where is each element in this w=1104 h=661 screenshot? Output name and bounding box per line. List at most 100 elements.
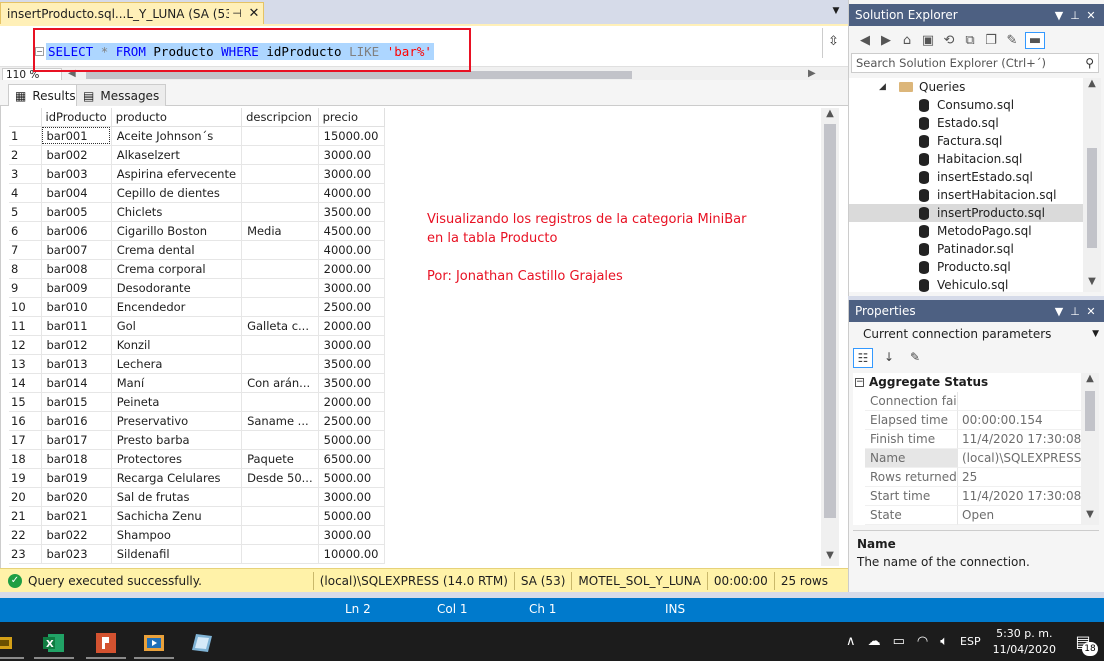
close-icon[interactable]: ✕ <box>1083 305 1099 318</box>
table-row[interactable]: 6 bar006 Cigarillo Boston Media 4500.00 <box>9 221 385 241</box>
table-cell[interactable]: Konzil <box>111 335 243 355</box>
table-cell[interactable]: 3500.00 <box>318 202 385 222</box>
tree-folder-queries[interactable]: ◢ Queries <box>849 78 1083 96</box>
table-cell[interactable] <box>241 525 319 545</box>
table-cell[interactable]: 10000.00 <box>318 544 385 564</box>
table-cell[interactable]: Peineta <box>111 392 243 412</box>
chevron-up-icon[interactable]: ∧ <box>846 634 856 649</box>
table-cell[interactable]: Sildenafil <box>111 544 243 564</box>
row-number-cell[interactable]: 3 <box>9 164 42 184</box>
table-cell[interactable]: bar011 <box>41 316 112 336</box>
table-cell[interactable]: 2000.00 <box>318 316 385 336</box>
table-cell[interactable]: bar016 <box>41 411 112 431</box>
tree-file-item[interactable]: Producto.sql <box>849 258 1083 276</box>
table-cell[interactable]: bar019 <box>41 468 112 488</box>
table-cell[interactable]: 3000.00 <box>318 164 385 184</box>
collapse-icon[interactable]: − <box>855 378 864 387</box>
table-cell[interactable]: Saname ... <box>241 411 319 431</box>
table-row[interactable]: 22 bar022 Shampoo 3000.00 <box>9 525 385 545</box>
table-cell[interactable]: Cigarillo Boston <box>111 221 243 241</box>
table-cell[interactable]: 2000.00 <box>318 392 385 412</box>
pin-icon[interactable]: ⊥ <box>1067 9 1083 22</box>
scroll-right-icon[interactable]: ▶ <box>808 68 820 79</box>
table-cell[interactable]: 4000.00 <box>318 183 385 203</box>
table-cell[interactable]: Protectores <box>111 449 243 469</box>
table-cell[interactable]: bar012 <box>41 335 112 355</box>
alphabetical-icon[interactable]: ↓ <box>879 348 899 368</box>
table-cell[interactable]: bar014 <box>41 373 112 393</box>
preview-selected-icon[interactable]: ▬ <box>1025 31 1045 49</box>
table-row[interactable]: 17 bar017 Presto barba 5000.00 <box>9 430 385 450</box>
row-number-header[interactable] <box>9 108 42 127</box>
property-row[interactable]: Rows returned 25 <box>853 468 1081 487</box>
window-position-dropdown-icon[interactable]: ▼ <box>1051 305 1067 318</box>
tree-file-item[interactable]: MetodoPago.sql <box>849 222 1083 240</box>
tab-list-dropdown-icon[interactable]: ▼ <box>828 6 844 20</box>
table-cell[interactable]: Cepillo de dientes <box>111 183 243 203</box>
row-number-cell[interactable]: 16 <box>9 411 42 431</box>
table-cell[interactable]: bar006 <box>41 221 112 241</box>
table-cell[interactable]: bar007 <box>41 240 112 260</box>
row-number-cell[interactable]: 6 <box>9 221 42 241</box>
grid-vertical-scrollbar[interactable]: ▲ ▼ <box>821 108 839 566</box>
taskbar-clock[interactable]: 5:30 p. m. 11/04/2020 <box>993 626 1056 658</box>
table-cell[interactable]: Alkaselzert <box>111 145 243 165</box>
results-grid-pane[interactable]: idProducto producto descripcion precio 1… <box>0 106 848 568</box>
tree-file-item[interactable]: Vehiculo.sql <box>849 276 1083 292</box>
table-cell[interactable]: 2500.00 <box>318 411 385 431</box>
close-icon[interactable]: ✕ <box>1083 9 1099 22</box>
table-row[interactable]: 14 bar014 Maní Con arán... 3500.00 <box>9 373 385 393</box>
table-cell[interactable] <box>241 392 319 412</box>
home-icon[interactable]: ⌂ <box>899 33 915 48</box>
table-row[interactable]: 1 bar001 Aceite Johnson´s 15000.00 <box>9 126 385 146</box>
property-grid[interactable]: − Aggregate Status Connection failuElaps… <box>853 373 1081 525</box>
column-header[interactable]: precio <box>318 108 385 127</box>
table-cell[interactable]: bar003 <box>41 164 112 184</box>
column-header[interactable]: idProducto <box>41 108 112 127</box>
table-cell[interactable]: Aceite Johnson´s <box>111 126 243 146</box>
back-icon[interactable]: ◀ <box>857 33 873 48</box>
row-number-cell[interactable]: 19 <box>9 468 42 488</box>
table-cell[interactable]: bar008 <box>41 259 112 279</box>
forward-icon[interactable]: ▶ <box>878 33 894 48</box>
row-number-cell[interactable]: 12 <box>9 335 42 355</box>
tree-file-item[interactable]: Factura.sql <box>849 132 1083 150</box>
input-language[interactable]: ESP <box>960 635 981 648</box>
table-row[interactable]: 10 bar010 Encendedor 2500.00 <box>9 297 385 317</box>
table-row[interactable]: 5 bar005 Chiclets 3500.00 <box>9 202 385 222</box>
row-number-cell[interactable]: 17 <box>9 430 42 450</box>
property-category-header[interactable]: − Aggregate Status <box>853 373 1081 392</box>
taskbar-app-excel[interactable]: X <box>30 626 78 659</box>
table-cell[interactable]: Con arán... <box>241 373 319 393</box>
table-row[interactable]: 13 bar013 Lechera 3500.00 <box>9 354 385 374</box>
table-cell[interactable]: bar005 <box>41 202 112 222</box>
table-cell[interactable] <box>241 126 319 146</box>
table-cell[interactable]: bar015 <box>41 392 112 412</box>
tab-results[interactable]: ▦ Results <box>8 84 83 106</box>
table-row[interactable]: 15 bar015 Peineta 2000.00 <box>9 392 385 412</box>
search-icon[interactable]: ⚲ <box>1085 54 1094 72</box>
table-cell[interactable] <box>241 335 319 355</box>
table-cell[interactable]: Preservativo <box>111 411 243 431</box>
table-cell[interactable]: bar017 <box>41 430 112 450</box>
row-number-cell[interactable]: 13 <box>9 354 42 374</box>
document-tab-insertproducto[interactable]: insertProducto.sql...L_Y_LUNA (SA (53))*… <box>0 2 264 24</box>
table-cell[interactable]: bar002 <box>41 145 112 165</box>
table-row[interactable]: 9 bar009 Desodorante 3000.00 <box>9 278 385 298</box>
table-cell[interactable]: bar013 <box>41 354 112 374</box>
table-row[interactable]: 2 bar002 Alkaselzert 3000.00 <box>9 145 385 165</box>
table-cell[interactable]: Chiclets <box>111 202 243 222</box>
table-cell[interactable]: bar001 <box>41 126 112 146</box>
table-cell[interactable] <box>241 544 319 564</box>
close-icon[interactable]: ✕ <box>245 6 263 21</box>
table-cell[interactable] <box>241 202 319 222</box>
table-cell[interactable]: 15000.00 <box>318 126 385 146</box>
row-number-cell[interactable]: 18 <box>9 449 42 469</box>
table-row[interactable]: 11 bar011 Gol Galleta c... 2000.00 <box>9 316 385 336</box>
table-cell[interactable]: Crema dental <box>111 240 243 260</box>
vertical-scroll-thumb[interactable] <box>1087 148 1097 248</box>
volume-icon[interactable]: 🔈︎ <box>940 634 948 649</box>
property-row[interactable]: Finish time 11/4/2020 17:30:08 <box>853 430 1081 449</box>
properties-object-dropdown[interactable]: Current connection parameters ▼ <box>853 324 1099 344</box>
taskbar-app-video-editor[interactable] <box>130 626 178 659</box>
